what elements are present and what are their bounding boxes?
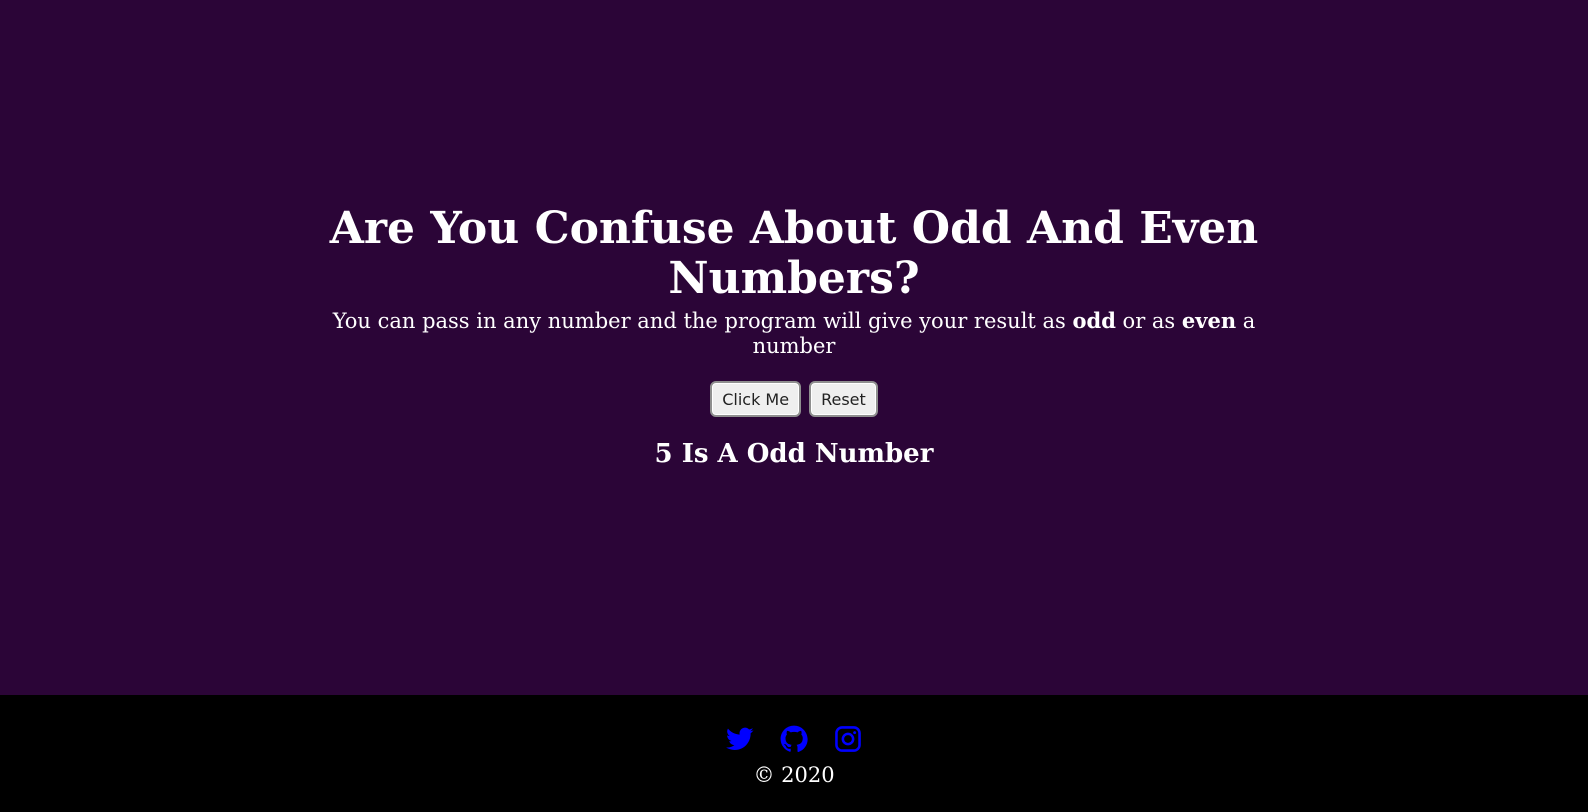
twitter-link[interactable] xyxy=(726,725,754,755)
result-text: 5 Is A Odd Number xyxy=(654,439,934,469)
even-word: even xyxy=(1181,308,1237,333)
content: Are You Confuse About Odd And Even Numbe… xyxy=(0,204,1588,471)
page-title: Are You Confuse About Odd And Even Numbe… xyxy=(329,203,1259,304)
description-text-1: You can pass in any number and the progr… xyxy=(332,309,1073,333)
copyright-text: © 2020 xyxy=(753,763,835,787)
social-links xyxy=(0,725,1588,755)
twitter-icon xyxy=(726,727,754,757)
reset-button[interactable]: Reset xyxy=(809,381,878,417)
description-text-2: or as xyxy=(1115,309,1182,333)
description: You can pass in any number and the progr… xyxy=(324,308,1264,359)
odd-word: odd xyxy=(1072,308,1116,333)
button-group: Click Me Reset xyxy=(0,381,1588,417)
click-me-button[interactable]: Click Me xyxy=(710,381,802,417)
instagram-icon xyxy=(834,726,862,757)
github-icon xyxy=(780,725,808,757)
footer: © 2020 xyxy=(0,695,1588,812)
github-link[interactable] xyxy=(780,725,808,755)
main-section: Are You Confuse About Odd And Even Numbe… xyxy=(0,0,1588,695)
instagram-link[interactable] xyxy=(834,725,862,755)
